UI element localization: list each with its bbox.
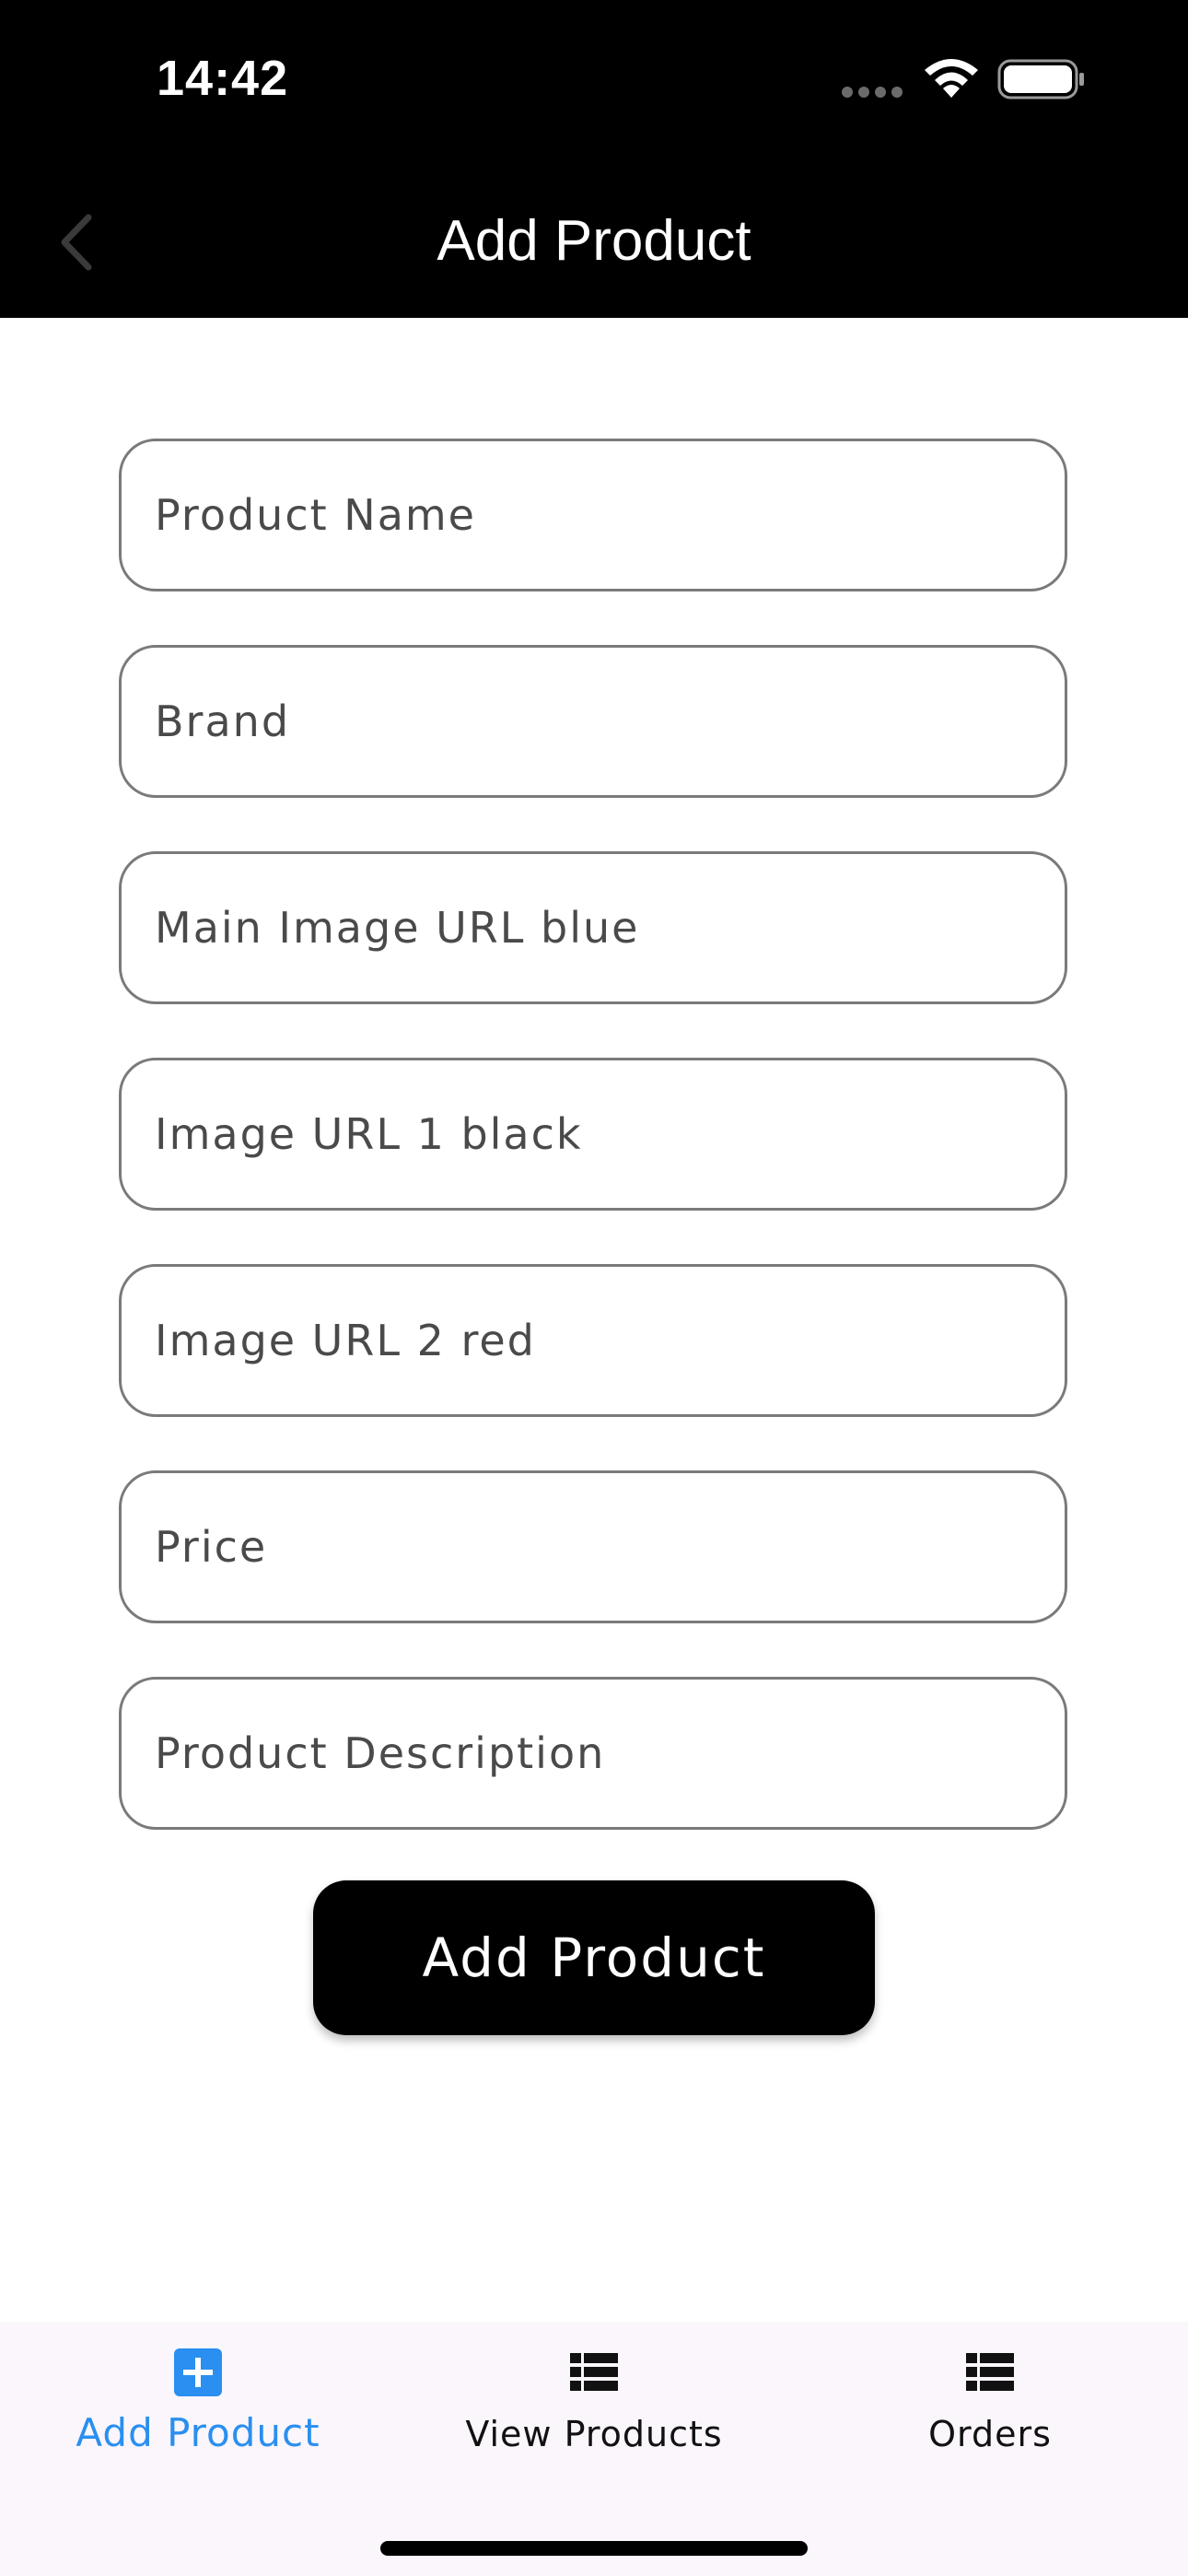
wifi-icon bbox=[925, 59, 978, 98]
cellular-signal-icon bbox=[842, 87, 904, 98]
tab-view-products[interactable]: View Products bbox=[396, 2348, 792, 2486]
main-image-url-field[interactable] bbox=[119, 851, 1067, 1004]
list-icon bbox=[966, 2353, 1014, 2391]
status-time: 14:42 bbox=[157, 51, 289, 106]
app-header: 14:42 Add Product bbox=[0, 0, 1188, 318]
home-indicator[interactable] bbox=[380, 2541, 808, 2556]
tab-view-products-label: View Products bbox=[465, 2414, 723, 2454]
tab-add-product[interactable]: Add Product bbox=[0, 2348, 396, 2486]
main-image-url-input[interactable] bbox=[155, 854, 1030, 1001]
plus-square-icon bbox=[174, 2348, 222, 2396]
battery-icon bbox=[997, 59, 1084, 100]
add-product-button[interactable]: Add Product bbox=[313, 1880, 875, 2035]
product-name-input[interactable] bbox=[155, 441, 1030, 589]
price-input[interactable] bbox=[155, 1473, 1030, 1621]
tab-add-product-label: Add Product bbox=[76, 2410, 320, 2455]
brand-field[interactable] bbox=[119, 645, 1067, 798]
image-url-2-field[interactable] bbox=[119, 1264, 1067, 1417]
product-description-input[interactable] bbox=[155, 1680, 1030, 1827]
image-url-2-input[interactable] bbox=[155, 1267, 1030, 1414]
price-field[interactable] bbox=[119, 1470, 1067, 1623]
list-icon bbox=[570, 2353, 618, 2391]
brand-input[interactable] bbox=[155, 648, 1030, 795]
page-title: Add Product bbox=[437, 209, 751, 273]
tab-orders[interactable]: Orders bbox=[792, 2348, 1188, 2486]
tab-orders-label: Orders bbox=[928, 2414, 1052, 2454]
product-name-field[interactable] bbox=[119, 439, 1067, 591]
product-description-field[interactable] bbox=[119, 1677, 1067, 1830]
image-url-1-input[interactable] bbox=[155, 1060, 1030, 1208]
image-url-1-field[interactable] bbox=[119, 1058, 1067, 1211]
